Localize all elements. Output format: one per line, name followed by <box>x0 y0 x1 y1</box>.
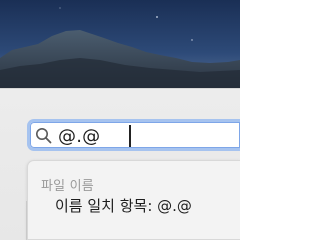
suggestion-item-name-match[interactable]: 이름 일치 항목: @.@ <box>42 195 232 217</box>
text-caret <box>129 125 131 147</box>
screen: 파일 이름 이름 일치 항목: @.@ <box>0 0 240 240</box>
magnifying-glass-icon <box>35 127 52 144</box>
window-divider <box>0 201 27 240</box>
search-field[interactable] <box>27 119 240 151</box>
search-suggestions-menu: 파일 이름 이름 일치 항목: @.@ <box>27 160 240 240</box>
search-input[interactable] <box>58 125 228 149</box>
desktop-wallpaper <box>0 0 240 88</box>
suggestion-section-header: 파일 이름 <box>41 179 94 194</box>
suggestion-item-label: 이름 일치 항목: @.@ <box>55 197 192 215</box>
